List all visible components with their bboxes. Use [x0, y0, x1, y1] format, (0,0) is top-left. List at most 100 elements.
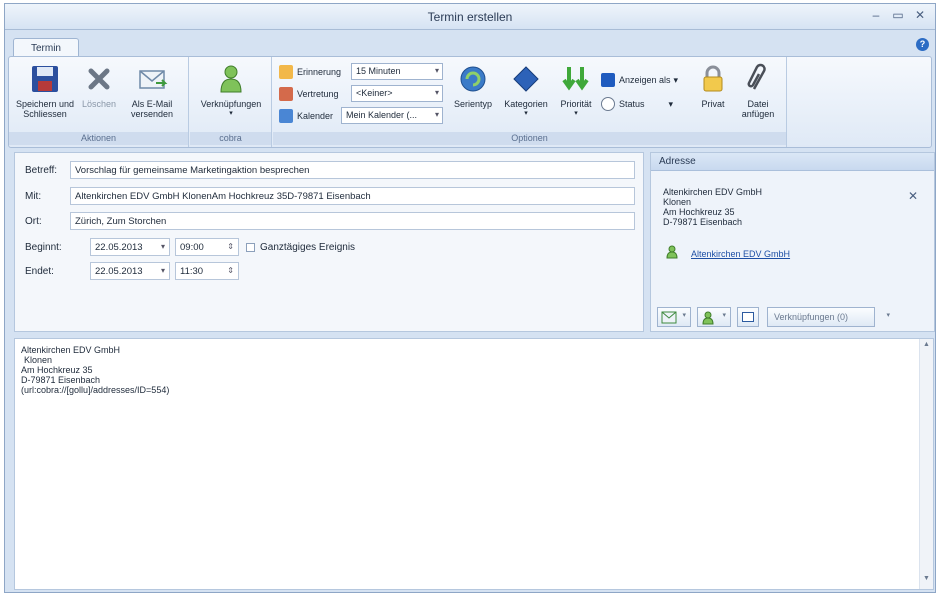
series-label: Serientyp	[453, 99, 493, 109]
close-button[interactable]: ✕	[911, 8, 929, 22]
links-button[interactable]: Verknüpfungen ▾	[194, 63, 268, 119]
with-label: Mit:	[25, 191, 42, 202]
substitute-select[interactable]: <Keiner> ▾	[351, 85, 443, 102]
notes-line: (url:cobra://[gollu]/addresses/ID=554)	[21, 385, 170, 395]
save-label: Speichern und Schliessen	[15, 99, 75, 119]
start-time-stepper[interactable]: 09:00 ⇕	[175, 238, 239, 256]
bell-icon	[279, 65, 293, 79]
start-date-picker[interactable]: 22.05.2013 ▾	[90, 238, 170, 256]
start-time-value: 09:00	[180, 242, 204, 253]
priority-arrows-icon	[560, 63, 592, 95]
start-label: Beginnt:	[25, 242, 62, 253]
vertical-scrollbar[interactable]: ▲ ▼	[919, 339, 933, 589]
series-button[interactable]: Serientyp	[449, 63, 497, 109]
end-time-value: 11:30	[180, 266, 204, 277]
priority-label: Priorität	[560, 99, 592, 109]
clock-icon	[601, 97, 615, 111]
status-label: Status	[619, 99, 645, 109]
send-as-email-button[interactable]: Als E-Mail versenden	[121, 63, 183, 119]
reminder-row: Erinnerung	[279, 63, 341, 81]
address-link[interactable]: Altenkirchen EDV GmbH	[691, 249, 790, 259]
notes-editor[interactable]: Altenkirchen EDV GmbH Klonen Am Hochkreu…	[14, 338, 934, 590]
group-label-aktionen: Aktionen	[9, 132, 188, 145]
address-line-city: D-79871 Eisenbach	[663, 217, 743, 227]
chevron-down-icon: ▾	[574, 110, 578, 117]
delete-label: Löschen	[81, 99, 117, 109]
categories-button[interactable]: Kategorien ▾	[499, 63, 553, 119]
category-tag-icon	[510, 63, 542, 95]
all-day-checkbox[interactable]	[246, 243, 255, 252]
status-button[interactable]: Status ▾	[601, 95, 673, 113]
maximize-button[interactable]: ▭	[889, 8, 907, 22]
scroll-down-icon[interactable]: ▼	[920, 575, 933, 587]
chevron-down-icon: ▾	[722, 312, 726, 319]
notes-line: D-79871 Eisenbach	[21, 375, 101, 385]
link-person-icon	[702, 311, 714, 325]
end-time-stepper[interactable]: 11:30 ⇕	[175, 262, 239, 280]
address-line-street: Am Hochkreuz 35	[663, 207, 735, 217]
person-icon	[215, 63, 247, 95]
remove-address-icon[interactable]: ✕	[908, 189, 918, 203]
links-count-label: Verknüpfungen (0)	[774, 312, 849, 322]
lock-icon	[697, 63, 729, 95]
attach-file-button[interactable]: Datei anfügen	[735, 63, 781, 119]
substitute-value: <Keiner>	[356, 88, 393, 98]
address-envelope-button[interactable]: ▾	[657, 307, 691, 327]
reminder-value: 15 Minuten	[356, 66, 401, 76]
address-line-contact: Klonen	[663, 197, 692, 207]
chevron-down-icon: ▾	[434, 110, 439, 119]
chevron-down-icon: ▾	[668, 98, 674, 109]
subject-input[interactable]: Vorschlag für gemeinsame Marketingaktion…	[70, 161, 635, 179]
end-date-picker[interactable]: 22.05.2013 ▾	[90, 262, 170, 280]
start-date-value: 22.05.2013	[95, 242, 143, 253]
show-as-label: Anzeigen als	[619, 75, 671, 85]
window-title: Termin erstellen	[427, 10, 513, 24]
envelope-icon	[661, 311, 677, 324]
show-as-button[interactable]: Anzeigen als ▾	[601, 71, 678, 89]
chevron-down-icon: ▾	[524, 110, 528, 117]
address-line-company: Altenkirchen EDV GmbH	[663, 187, 763, 197]
minimize-button[interactable]: –	[867, 8, 885, 22]
help-icon[interactable]: ?	[916, 38, 929, 51]
end-date-value: 22.05.2013	[95, 266, 143, 277]
reminder-select[interactable]: 15 Minuten ▾	[351, 63, 443, 80]
spinner-icon: ⇕	[227, 266, 234, 275]
paperclip-icon	[742, 63, 774, 95]
chevron-down-icon: ▾	[229, 110, 233, 117]
person-icon	[666, 245, 678, 259]
links-count-button[interactable]: Verknüpfungen (0) ▾	[767, 307, 890, 327]
location-label: Ort:	[25, 216, 42, 227]
categories-label: Kategorien	[504, 99, 548, 109]
appointment-window: Termin erstellen – ▭ ✕ Termin ? Speicher…	[4, 3, 936, 593]
calendar-value: Mein Kalender (...	[346, 110, 418, 120]
calendar-select[interactable]: Mein Kalender (... ▾	[341, 107, 443, 124]
priority-button[interactable]: Priorität ▾	[555, 63, 597, 119]
email-envelope-icon	[136, 63, 168, 95]
people-icon	[279, 87, 293, 101]
private-button[interactable]: Privat	[693, 63, 733, 109]
chevron-down-icon[interactable]: ▾	[886, 311, 890, 319]
address-card-button[interactable]	[737, 307, 759, 327]
all-day-label: Ganztägiges Ereignis	[260, 242, 356, 253]
notes-line: Altenkirchen EDV GmbH	[21, 345, 121, 355]
title-bar: Termin erstellen – ▭ ✕	[5, 4, 935, 30]
ribbon: Speichern und Schliessen Löschen Als E-M…	[8, 56, 932, 148]
tab-termin[interactable]: Termin	[13, 38, 79, 57]
address-header: Adresse	[651, 153, 934, 171]
scroll-up-icon[interactable]: ▲	[920, 341, 933, 353]
group-optionen: Erinnerung 15 Minuten ▾ Vertretung <Keine…	[273, 57, 787, 147]
end-label: Endet:	[25, 266, 54, 277]
address-block: Altenkirchen EDV GmbH Klonen Am Hochkreu…	[663, 187, 762, 227]
location-input[interactable]: Zürich, Zum Storchen	[70, 212, 635, 230]
ribbon-tabs: Termin ?	[5, 30, 935, 57]
save-and-close-button[interactable]: Speichern und Schliessen	[13, 63, 77, 119]
links-label: Verknüpfungen	[200, 99, 262, 109]
email-label: Als E-Mail versenden	[130, 99, 174, 119]
address-person-button[interactable]: ▾	[697, 307, 731, 327]
chevron-down-icon: ▾	[673, 74, 679, 85]
spinner-icon: ⇕	[227, 242, 234, 251]
private-label: Privat	[701, 99, 725, 109]
delete-button[interactable]: Löschen	[79, 63, 119, 109]
with-input[interactable]: Altenkirchen EDV GmbH KlonenAm Hochkreuz…	[70, 187, 635, 205]
show-as-icon	[601, 73, 615, 87]
